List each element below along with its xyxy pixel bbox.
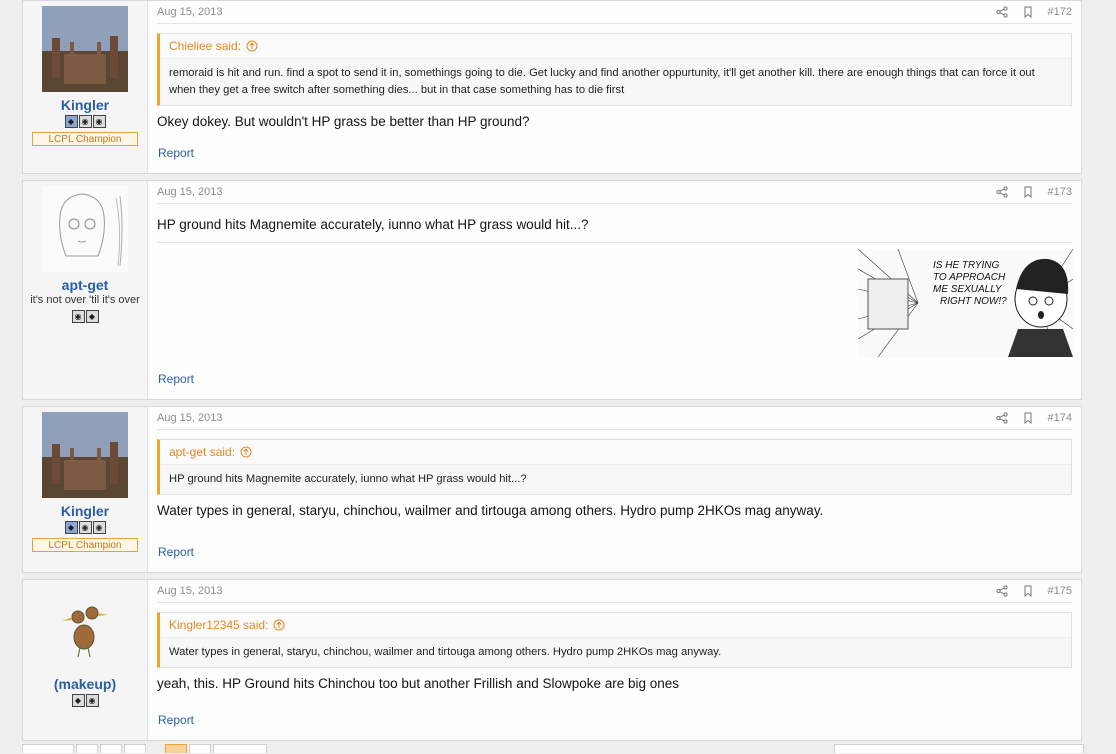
avatar[interactable] (42, 585, 128, 671)
post-message: Okey dokey. But wouldn't HP grass be bet… (157, 114, 530, 129)
report-link[interactable]: Report (158, 372, 194, 386)
svg-text:TO APPROACH: TO APPROACH (933, 272, 1006, 283)
user-badges: ◆ ◉ ◉ (23, 115, 147, 128)
post-main: Aug 15, 2013 #172 Chieliee said: remorai… (148, 1, 1081, 173)
post-date[interactable]: Aug 15, 2013 (157, 186, 222, 198)
share-icon[interactable] (995, 412, 1008, 424)
post-date[interactable]: Aug 15, 2013 (157, 412, 222, 424)
share-icon[interactable] (995, 6, 1008, 18)
post-message: HP ground hits Magnemite accurately, iun… (157, 217, 589, 232)
bookmark-icon[interactable] (1022, 412, 1034, 424)
post-date[interactable]: Aug 15, 2013 (157, 6, 222, 18)
quote-author[interactable]: Kingler12345 said: (169, 618, 268, 632)
bookmark-icon[interactable] (1022, 585, 1034, 597)
user-cell: apt-get it's not over 'til it's over ◉ ◆ (23, 181, 148, 399)
bookmark-icon[interactable] (1022, 6, 1034, 18)
badge-icon: ◆ (71, 694, 85, 707)
post-number[interactable]: #175 (1048, 585, 1072, 597)
page-button[interactable] (100, 744, 122, 753)
username[interactable]: (makeup) (23, 676, 147, 692)
post-header: Aug 15, 2013 #173 (157, 181, 1072, 204)
post-message: yeah, this. HP Ground hits Chinchou too … (157, 676, 680, 691)
quote-text: Water types in general, staryu, chinchou… (169, 646, 722, 658)
quote-block: Kingler12345 said: Water types in genera… (157, 612, 1072, 668)
user-cell: Kingler ◆ ◉ ◉ LCPL Champion (23, 1, 148, 173)
quote-text: HP ground hits Magnemite accurately, iun… (169, 473, 527, 485)
arrow-up-circle-icon[interactable] (273, 619, 285, 631)
report-link[interactable]: Report (158, 146, 194, 160)
signature-caption: IS HE TRYING (933, 260, 1000, 271)
username[interactable]: Kingler (23, 503, 147, 519)
badge-icon: ◉ (92, 521, 106, 534)
next-button[interactable] (213, 744, 267, 753)
post-message: Water types in general, staryu, chinchou… (157, 503, 824, 518)
quote-block: apt-get said: HP ground hits Magnemite a… (157, 439, 1072, 495)
badge-icon: ◆ (64, 521, 78, 534)
post-number[interactable]: #174 (1048, 412, 1072, 424)
badge-icon: ◉ (71, 310, 85, 323)
quote-text: remoraid is hit and run. find a spot to … (169, 67, 1035, 96)
arrow-up-circle-icon[interactable] (246, 40, 258, 52)
avatar[interactable] (42, 6, 128, 92)
user-cell: (makeup) ◆ ◉ (23, 580, 148, 740)
post-header: Aug 15, 2013 #174 (157, 407, 1072, 430)
avatar[interactable] (42, 412, 128, 498)
quote-author[interactable]: apt-get said: (169, 445, 235, 459)
jump-to-input[interactable] (834, 744, 1084, 753)
badge-icon: ◉ (92, 115, 106, 128)
quote-title[interactable]: Chieliee said: (160, 34, 1071, 59)
user-cell: Kingler ◆ ◉ ◉ LCPL Champion (23, 407, 148, 572)
post-174: Kingler ◆ ◉ ◉ LCPL Champion Aug 15, 2013… (22, 406, 1082, 573)
badge-icon: ◆ (85, 310, 99, 323)
quote-title[interactable]: Kingler12345 said: (160, 613, 1071, 638)
page-button[interactable] (22, 744, 74, 753)
signature-image: IS HE TRYING TO APPROACH ME SEXUALLY RIG… (858, 249, 1073, 357)
report-link[interactable]: Report (158, 713, 194, 727)
badge-icon: ◆ (64, 115, 78, 128)
arrow-up-circle-icon[interactable] (240, 446, 252, 458)
user-badges: ◆ ◉ (23, 694, 147, 707)
share-icon[interactable] (995, 186, 1008, 198)
post-header: Aug 15, 2013 #172 (157, 1, 1072, 24)
post-main: Aug 15, 2013 #175 Kingler12345 said: Wat… (148, 580, 1081, 740)
user-banner: LCPL Champion (32, 132, 138, 146)
page-button[interactable] (76, 744, 98, 753)
svg-text:RIGHT NOW!?: RIGHT NOW!? (940, 296, 1007, 307)
username[interactable]: apt-get (23, 277, 147, 293)
post-date[interactable]: Aug 15, 2013 (157, 585, 222, 597)
signature-divider (157, 242, 1072, 243)
bookmark-icon[interactable] (1022, 186, 1034, 198)
badge-icon: ◉ (78, 521, 92, 534)
user-badges: ◉ ◆ (23, 310, 147, 323)
quote-block: Chieliee said: remoraid is hit and run. … (157, 33, 1072, 106)
badge-icon: ◉ (85, 694, 99, 707)
post-number[interactable]: #173 (1048, 186, 1072, 198)
post-173: apt-get it's not over 'til it's over ◉ ◆… (22, 180, 1082, 400)
post-main: Aug 15, 2013 #174 apt-get said: HP groun… (148, 407, 1081, 572)
quote-author[interactable]: Chieliee said: (169, 39, 241, 53)
post-175: (makeup) ◆ ◉ Aug 15, 2013 #175 Kingler12… (22, 579, 1082, 741)
badge-icon: ◉ (78, 115, 92, 128)
svg-text:ME SEXUALLY: ME SEXUALLY (933, 284, 1003, 295)
username[interactable]: Kingler (23, 97, 147, 113)
page-button[interactable] (124, 744, 146, 753)
post-main: Aug 15, 2013 #173 HP ground hits Magnemi… (148, 181, 1081, 399)
page-button[interactable] (189, 744, 211, 753)
post-header: Aug 15, 2013 #175 (157, 580, 1072, 603)
quote-title[interactable]: apt-get said: (160, 440, 1071, 465)
post-172: Kingler ◆ ◉ ◉ LCPL Champion Aug 15, 2013… (22, 0, 1082, 174)
post-number[interactable]: #172 (1048, 6, 1072, 18)
user-title: it's not over 'til it's over (30, 294, 140, 306)
page-button-current[interactable] (165, 744, 187, 753)
user-badges: ◆ ◉ ◉ (23, 521, 147, 534)
report-link[interactable]: Report (158, 545, 194, 559)
user-banner: LCPL Champion (32, 538, 138, 552)
avatar[interactable] (42, 186, 128, 272)
share-icon[interactable] (995, 585, 1008, 597)
